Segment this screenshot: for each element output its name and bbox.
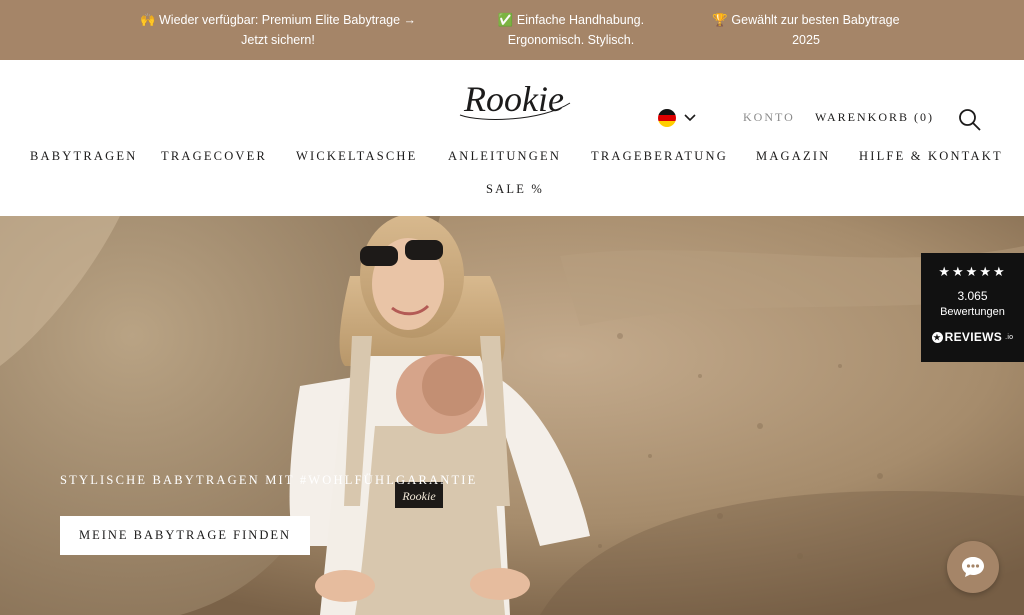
review-count: 3.065	[957, 289, 988, 303]
nav-item-tragecover[interactable]: TRAGECOVER	[161, 149, 267, 164]
nav-item-hilfe-kontakt[interactable]: HILFE & KONTAKT	[859, 149, 1003, 164]
star-rating-icon: ★★★★★	[938, 264, 1007, 279]
nav-item-magazin[interactable]: MAGAZIN	[756, 149, 830, 164]
language-selector[interactable]	[658, 108, 700, 128]
chat-button[interactable]	[947, 541, 999, 593]
reviews-io-logo: ★ REVIEWS .io	[921, 330, 1024, 344]
chevron-down-icon	[684, 114, 696, 122]
nav-item-trageberatung[interactable]: TRAGEBERATUNG	[591, 149, 728, 164]
hero-tagline: STYLISCHE BABYTRAGEN MIT #WOHLFÜHLGARANT…	[60, 473, 478, 487]
announcement-features: ✅ Einfache Handhabung. Ergonomisch. Styl…	[497, 13, 645, 47]
cart-link[interactable]: WARENKORB (0)	[815, 110, 934, 125]
search-icon[interactable]	[957, 107, 983, 133]
carrier-label: Rookie	[401, 489, 436, 503]
logo-wordmark: Rookie	[463, 79, 564, 119]
announcement-restock[interactable]: 🙌 Wieder verfügbar: Premium Elite Babytr…	[128, 10, 428, 50]
rookie-logo[interactable]: Rookie	[452, 71, 576, 131]
hero-banner: Rookie STYLISCHE BABYTRAGEN MIT #WOHLFÜH…	[0, 216, 1024, 615]
hero-image: Rookie	[0, 216, 1024, 615]
site-header: Rookie KONTO WARENKORB (0) BABYTRAGEN TR…	[0, 60, 1024, 216]
nav-item-babytragen[interactable]: BABYTRAGEN	[30, 149, 137, 164]
germany-flag-icon	[658, 109, 676, 127]
nav-item-sale[interactable]: SALE %	[486, 182, 544, 197]
reviews-badge[interactable]: ★★★★★ 3.065 Bewertungen ★ REVIEWS .io	[921, 253, 1024, 362]
reviews-brand-text: REVIEWS	[944, 330, 1003, 344]
reviews-brand-suffix: .io	[1005, 333, 1014, 341]
nav-item-anleitungen[interactable]: ANLEITUNGEN	[448, 149, 561, 164]
review-label: Bewertungen	[940, 306, 1005, 318]
find-babytrage-button[interactable]: MEINE BABYTRAGE FINDEN	[60, 516, 310, 555]
rookie-logo-mark: Rookie	[459, 79, 571, 120]
chat-bubble-icon	[962, 557, 984, 577]
announcement-bar: 🙌 Wieder verfügbar: Premium Elite Babytr…	[0, 0, 1024, 60]
star-badge-icon: ★	[931, 331, 943, 343]
nav-item-wickeltasche[interactable]: WICKELTASCHE	[296, 149, 417, 164]
announcement-award: 🏆 Gewählt zur besten Babytrage 2025	[712, 13, 900, 47]
account-link[interactable]: KONTO	[743, 110, 795, 125]
